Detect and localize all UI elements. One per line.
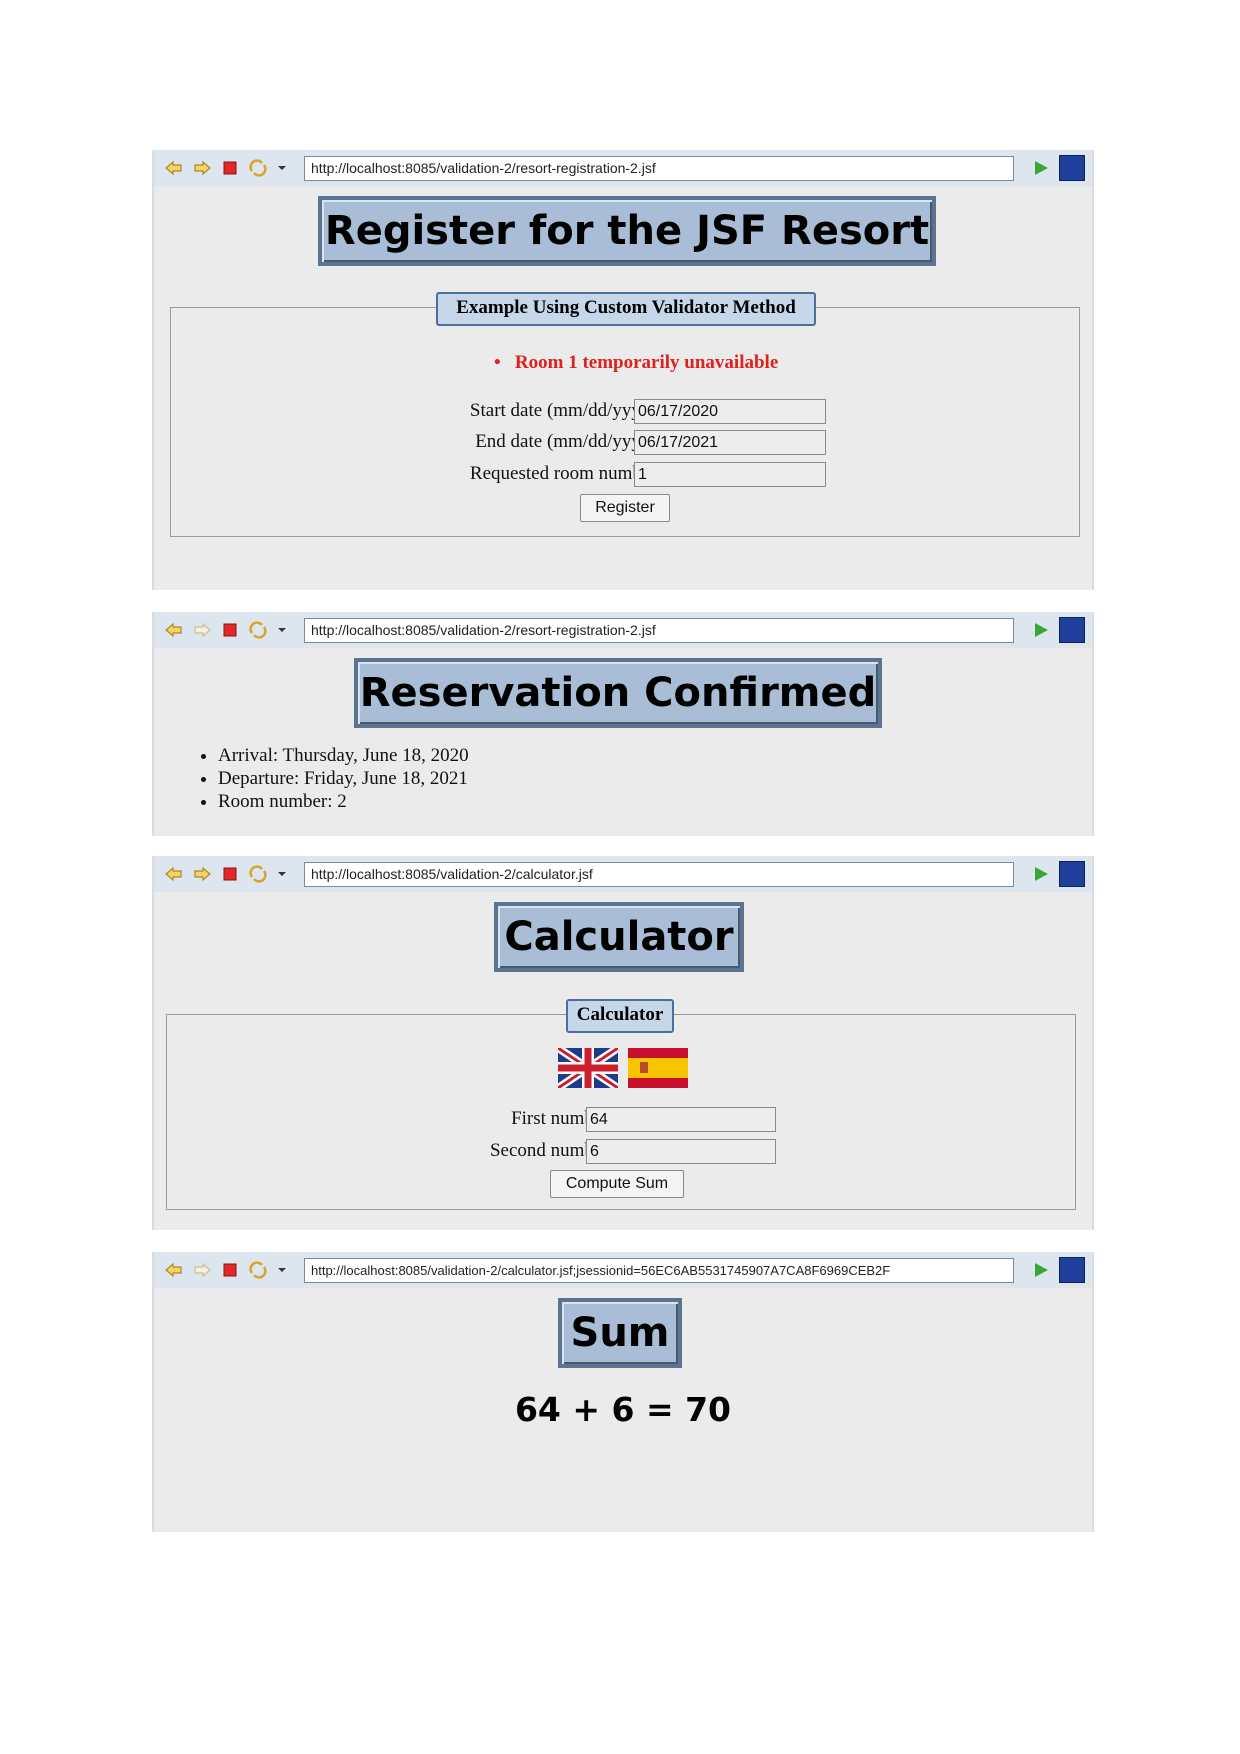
browser-extension-icon[interactable]	[1059, 617, 1085, 643]
page-title: Sum	[558, 1298, 682, 1368]
error-text: Room 1 temporarily unavailable	[514, 352, 779, 373]
go-icon[interactable]	[1032, 1261, 1050, 1279]
refresh-icon[interactable]	[248, 864, 268, 884]
go-icon[interactable]	[1032, 621, 1050, 639]
browser-toolbar: http://localhost:8085/validation-2/resor…	[154, 150, 1092, 186]
browser-panel-confirmation: http://localhost:8085/validation-2/resor…	[152, 612, 1094, 836]
back-arrow-icon[interactable]	[164, 620, 184, 640]
browser-panel-sum: http://localhost:8085/validation-2/calcu…	[152, 1252, 1094, 1532]
stop-icon[interactable]	[220, 864, 240, 884]
list-item: Room number: 2	[218, 790, 469, 813]
refresh-icon[interactable]	[248, 620, 268, 640]
browser-toolbar: http://localhost:8085/validation-2/resor…	[154, 612, 1092, 648]
go-icon[interactable]	[1032, 865, 1050, 883]
browser-toolbar: http://localhost:8085/validation-2/calcu…	[154, 1252, 1092, 1288]
forward-arrow-icon[interactable]	[192, 864, 212, 884]
reservation-details-list: Arrival: Thursday, June 18, 2020 Departu…	[194, 744, 469, 813]
url-input[interactable]: http://localhost:8085/validation-2/resor…	[304, 618, 1014, 643]
chevron-down-icon[interactable]	[272, 864, 292, 884]
list-item: Arrival: Thursday, June 18, 2020	[218, 744, 469, 767]
forward-arrow-icon[interactable]	[192, 620, 212, 640]
start-date-input[interactable]: 06/17/2020	[634, 399, 826, 424]
stop-icon[interactable]	[220, 158, 240, 178]
browser-extension-icon[interactable]	[1059, 155, 1085, 181]
go-icon[interactable]	[1032, 159, 1050, 177]
forward-arrow-icon[interactable]	[192, 158, 212, 178]
fieldset-legend: Example Using Custom Validator Method	[436, 292, 816, 326]
chevron-down-icon[interactable]	[272, 158, 292, 178]
room-number-input[interactable]: 1	[634, 462, 826, 487]
browser-extension-icon[interactable]	[1059, 861, 1085, 887]
browser-panel-calculator: http://localhost:8085/validation-2/calcu…	[152, 856, 1094, 1230]
url-input[interactable]: http://localhost:8085/validation-2/resor…	[304, 156, 1014, 181]
chevron-down-icon[interactable]	[272, 620, 292, 640]
browser-panel-registration: http://localhost:8085/validation-2/resor…	[152, 150, 1094, 590]
refresh-icon[interactable]	[248, 158, 268, 178]
page-title: Register for the JSF Resort	[318, 196, 936, 266]
url-input[interactable]: http://localhost:8085/validation-2/calcu…	[304, 862, 1014, 887]
back-arrow-icon[interactable]	[164, 1260, 184, 1280]
chevron-down-icon[interactable]	[272, 1260, 292, 1280]
back-arrow-icon[interactable]	[164, 864, 184, 884]
second-number-input[interactable]: 6	[586, 1139, 776, 1164]
url-input[interactable]: http://localhost:8085/validation-2/calcu…	[304, 1258, 1014, 1283]
error-bullet: •	[494, 352, 515, 373]
list-item: Departure: Friday, June 18, 2021	[218, 767, 469, 790]
forward-arrow-icon[interactable]	[192, 1260, 212, 1280]
sum-result: 64 + 6 = 70	[514, 1390, 732, 1429]
page-title: Calculator	[494, 902, 744, 972]
page-title: Reservation Confirmed	[354, 658, 882, 728]
uk-flag-icon[interactable]	[558, 1048, 618, 1088]
spain-flag-icon[interactable]	[628, 1048, 688, 1088]
register-button[interactable]: Register	[580, 494, 670, 522]
compute-sum-button[interactable]: Compute Sum	[550, 1170, 684, 1198]
stop-icon[interactable]	[220, 1260, 240, 1280]
browser-toolbar: http://localhost:8085/validation-2/calcu…	[154, 856, 1092, 892]
first-number-input[interactable]: 64	[586, 1107, 776, 1132]
end-date-input[interactable]: 06/17/2021	[634, 430, 826, 455]
fieldset-legend: Calculator	[566, 999, 674, 1033]
stop-icon[interactable]	[220, 620, 240, 640]
browser-extension-icon[interactable]	[1059, 1257, 1085, 1283]
back-arrow-icon[interactable]	[164, 158, 184, 178]
refresh-icon[interactable]	[248, 1260, 268, 1280]
error-message: • Room 1 temporarily unavailable	[494, 352, 778, 374]
